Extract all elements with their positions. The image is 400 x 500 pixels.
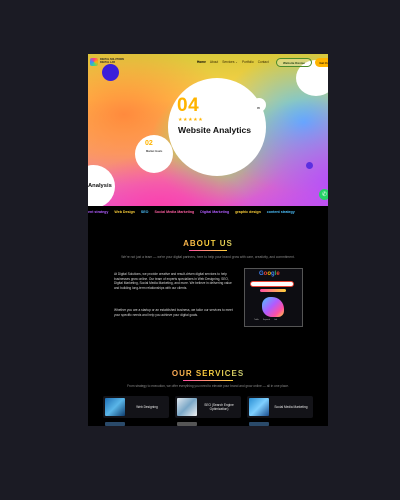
- service-card-seo[interactable]: SEO (Search Engine Optimization): [175, 396, 241, 418]
- marquee-item: Social Media Marketing: [154, 210, 195, 214]
- site-header: DIGITAL SOLUTIONS DIGITAL LAB Home About…: [88, 54, 328, 72]
- services-marquee: ent strategy Web Design SEO Social Media…: [88, 206, 328, 218]
- website-revise-button[interactable]: Website Revise: [276, 58, 312, 67]
- hero-small-label: Market Goals: [146, 150, 163, 153]
- seo-tag: Keyword: [262, 319, 270, 321]
- about-title: ABOUT US: [88, 239, 328, 248]
- seo-tag: Link: [273, 319, 278, 321]
- nav-home[interactable]: Home: [197, 60, 206, 64]
- hero-section: 04 ★★★★★ Website Analytics 05 02 Market …: [88, 54, 328, 208]
- hero-number: 04: [177, 95, 200, 116]
- about-paragraph: At Digital Solutions, we provide creativ…: [114, 272, 232, 290]
- decor-dot: [306, 162, 313, 169]
- service-card-label: Social Media Marketing: [274, 405, 308, 409]
- nav-about[interactable]: About: [210, 60, 218, 64]
- services-underline: [183, 380, 233, 381]
- search-result-graphic: [260, 289, 286, 292]
- services-title: OUR SERVICES: [88, 369, 328, 378]
- next-card-peek: [249, 422, 269, 426]
- about-subtitle: We're not just a team — we're your digit…: [121, 255, 295, 259]
- marquee-item: SEO: [140, 210, 149, 214]
- seo-3d-shape: [262, 297, 284, 317]
- google-logo: Google: [259, 271, 280, 277]
- hero-small-number: 02: [145, 140, 153, 147]
- about-paragraph: Whether you are a startup or an establis…: [114, 308, 233, 317]
- seo-tag: Traffic: [254, 319, 259, 321]
- hero-left-label: Analysis: [88, 183, 112, 189]
- service-card-web-designing[interactable]: Web Designing: [103, 396, 169, 418]
- logo-text: DIGITAL SOLUTIONS DIGITAL LAB: [100, 58, 124, 64]
- hero-dot-label: 05: [257, 107, 260, 110]
- next-card-peek: [177, 422, 197, 426]
- marquee-item: Digital Marketing: [200, 210, 230, 214]
- service-image: [105, 398, 125, 416]
- nav-contact[interactable]: Contact: [258, 60, 269, 64]
- get-call-button[interactable]: Get Call: [315, 58, 328, 67]
- service-card-social-media[interactable]: Social Media Marketing: [247, 396, 313, 418]
- hero-small-circle: [135, 135, 173, 173]
- service-card-label: Web Designing: [136, 405, 158, 409]
- hero-title: Website Analytics: [178, 125, 252, 135]
- star-rating-icon: ★★★★★: [178, 117, 204, 123]
- about-underline: [189, 250, 227, 251]
- whatsapp-icon[interactable]: ✆: [319, 189, 328, 200]
- service-image: [249, 398, 269, 416]
- main-nav: Home About Services ⌄ Portfolio Contact: [197, 60, 269, 64]
- nav-portfolio[interactable]: Portfolio: [242, 60, 254, 64]
- search-bar-graphic: [250, 281, 294, 287]
- marquee-item: Web Design: [114, 210, 135, 214]
- marquee-item: content strategy: [266, 210, 295, 214]
- service-card-label: SEO (Search Engine Optimization): [204, 403, 234, 411]
- marquee-item: graphic design: [235, 210, 261, 214]
- services-subtitle: From strategy to execution, we offer eve…: [127, 384, 289, 388]
- nav-services[interactable]: Services ⌄: [222, 60, 238, 64]
- browser-viewport: 04 ★★★★★ Website Analytics 05 02 Market …: [88, 54, 328, 426]
- next-card-peek: [105, 422, 125, 426]
- service-image: [177, 398, 197, 416]
- marquee-item: ent strategy: [88, 210, 109, 214]
- seo-tags: Traffic Keyword Link: [254, 319, 277, 321]
- logo-icon: [90, 58, 98, 66]
- site-logo[interactable]: DIGITAL SOLUTIONS DIGITAL LAB: [90, 58, 124, 66]
